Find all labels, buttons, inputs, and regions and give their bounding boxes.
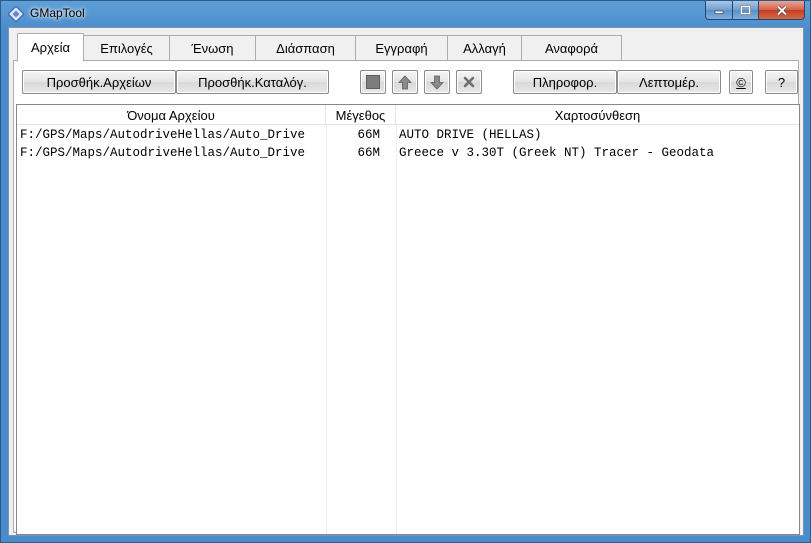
tab-change[interactable]: Αλλαγή [448,35,522,61]
delete-x-icon [463,76,475,88]
stop-icon [366,75,380,89]
column-header-size[interactable]: Μέγεθος [326,105,396,125]
remove-button[interactable] [456,70,482,94]
table-row[interactable]: F:/GPS/Maps/AutodriveHellas/Auto_Drive 6… [17,127,799,145]
move-up-button[interactable] [392,70,418,94]
maximize-button[interactable] [733,1,759,20]
list-header: Όνομα Αρχείου Μέγεθος Χαρτοσύνθεση [17,105,799,125]
row-size: 66M [357,146,380,160]
window-controls [705,1,805,21]
details-button[interactable]: Λεπτομέρ. [617,70,721,94]
tab-options[interactable]: Επιλογές [84,35,170,61]
tab-files[interactable]: Αρχεία [17,33,84,62]
title-bar[interactable]: GMapTool [1,1,810,27]
column-separator [326,125,327,534]
move-down-button[interactable] [424,70,450,94]
add-files-button[interactable]: Προσθήκ.Αρχείων [22,70,176,94]
stop-button[interactable] [360,70,386,94]
add-folder-button[interactable]: Προσθήκ.Καταλόγ. [176,70,329,94]
tab-write[interactable]: Εγγραφή [356,35,448,61]
tab-strip: Αρχεία Επιλογές Ένωση Διάσπαση Εγγραφή Α… [17,33,622,62]
column-header-mapset[interactable]: Χαρτοσύνθεση [396,105,799,125]
row-filename: F:/GPS/Maps/AutodriveHellas/Auto_Drive [20,128,306,142]
close-button[interactable] [759,1,805,20]
app-window: GMapTool Αρχεία Επιλογές Ένωση Διάσπαση … [0,0,811,543]
arrow-up-icon [398,74,412,89]
tab-split[interactable]: Διάσπαση [256,35,356,61]
client-area: Αρχεία Επιλογές Ένωση Διάσπαση Εγγραφή Α… [8,27,804,536]
file-list[interactable]: Όνομα Αρχείου Μέγεθος Χαρτοσύνθεση F:/GP… [16,104,800,535]
minimize-icon [714,10,724,14]
tab-panel-border [13,60,799,61]
row-mapset: Greece v 3.30T (Greek NT) Tracer - Geoda… [399,146,715,160]
gmaptool-app-icon [8,6,24,22]
tab-join[interactable]: Ένωση [170,35,256,61]
row-size: 66M [357,128,380,142]
minimize-button[interactable] [705,1,733,20]
copyright-button[interactable]: © [729,70,753,94]
tab-report[interactable]: Αναφορά [522,35,622,61]
maximize-icon [740,5,751,15]
window-title: GMapTool [30,6,85,20]
info-button[interactable]: Πληροφορ. [513,70,617,94]
row-mapset: AUTO DRIVE (HELLAS) [399,128,542,142]
column-header-filename[interactable]: Όνομα Αρχείου [17,105,326,125]
column-separator [396,125,397,534]
close-icon [776,4,787,16]
table-row[interactable]: F:/GPS/Maps/AutodriveHellas/Auto_Drive 6… [17,145,799,163]
help-button[interactable]: ? [765,70,798,94]
row-filename: F:/GPS/Maps/AutodriveHellas/Auto_Drive [20,146,306,160]
arrow-down-icon [430,75,444,90]
